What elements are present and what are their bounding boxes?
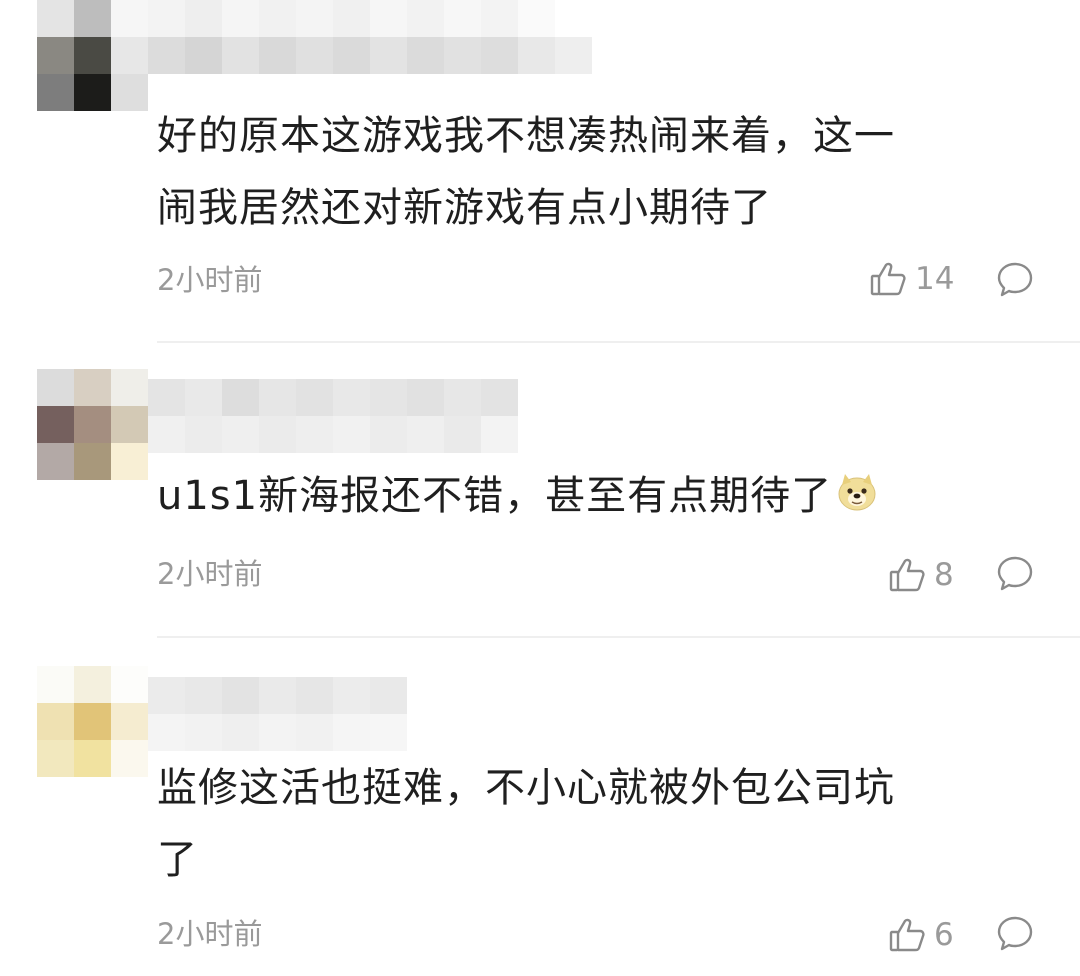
comment-text: 监修这活也挺难，不小心就被外包公司坑 了: [157, 752, 1037, 896]
like-count: 14: [915, 261, 955, 297]
like-button[interactable]: 6: [888, 916, 954, 954]
avatar[interactable]: [37, 0, 148, 111]
comment-text-line: u1s1新海报还不错，甚至有点期待了: [157, 460, 1037, 532]
doge-emoji: [838, 474, 876, 511]
avatar[interactable]: [37, 369, 148, 480]
username-blurred[interactable]: [148, 0, 592, 74]
username-blurred[interactable]: [148, 677, 407, 751]
comment-text-line: 好的原本这游戏我不想凑热闹来着，这一: [157, 113, 895, 159]
comment-time: 2小时前: [157, 263, 263, 297]
comment-time: 2小时前: [157, 557, 263, 591]
like-button[interactable]: 14: [869, 260, 954, 298]
comment-bubble-icon[interactable]: [996, 914, 1034, 952]
comment-item: 监修这活也挺难，不小心就被外包公司坑 了 2小时前 6: [0, 638, 1080, 976]
like-count: 8: [934, 557, 954, 593]
comment-bubble-icon[interactable]: [996, 260, 1034, 298]
thumbs-up-icon: [889, 918, 925, 952]
like-button[interactable]: 8: [888, 556, 954, 594]
comment-text-line: 了: [157, 837, 198, 883]
like-count: 6: [934, 917, 954, 953]
username-blurred[interactable]: [148, 379, 518, 453]
comment-item: u1s1新海报还不错，甚至有点期待了 2小时前 8: [0, 344, 1080, 638]
comment-text-line: 闹我居然还对新游戏有点小期待了: [157, 185, 772, 231]
comment-text-line: 监修这活也挺难，不小心就被外包公司坑: [157, 765, 895, 811]
divider: [157, 341, 1080, 343]
avatar[interactable]: [37, 666, 148, 777]
thumbs-up-icon: [870, 262, 906, 296]
thumbs-up-icon: [889, 558, 925, 592]
comment-text-span: u1s1新海报还不错，甚至有点期待了: [157, 473, 833, 519]
comment-text: 好的原本这游戏我不想凑热闹来着，这一 闹我居然还对新游戏有点小期待了: [157, 100, 1037, 244]
comment-text: u1s1新海报还不错，甚至有点期待了: [157, 460, 1037, 532]
comment-bubble-icon[interactable]: [996, 554, 1034, 592]
comment-time: 2小时前: [157, 917, 263, 951]
comment-item: 好的原本这游戏我不想凑热闹来着，这一 闹我居然还对新游戏有点小期待了 2小时前 …: [0, 0, 1080, 344]
